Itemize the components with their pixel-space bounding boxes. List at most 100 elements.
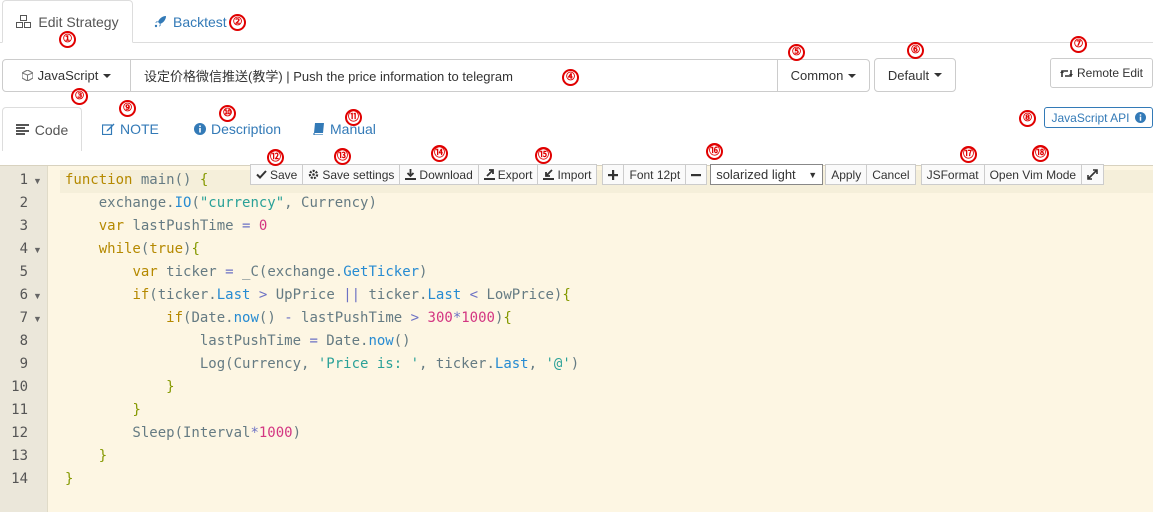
line-number: 10 bbox=[11, 379, 28, 395]
vim-mode-button[interactable]: Open Vim Mode bbox=[983, 164, 1083, 185]
code-line[interactable]: function main() { bbox=[65, 172, 208, 188]
language-label: JavaScript bbox=[37, 68, 99, 83]
save-settings-button[interactable]: Save settings bbox=[302, 164, 401, 185]
code-line[interactable]: } bbox=[65, 402, 140, 418]
import-button[interactable]: Import bbox=[537, 164, 598, 185]
line-number: 8 bbox=[19, 333, 28, 349]
annotation-badge: ⑫ bbox=[267, 149, 284, 166]
code-line[interactable]: } bbox=[65, 379, 174, 395]
fullscreen-button[interactable] bbox=[1081, 164, 1105, 185]
tab-description[interactable]: Description bbox=[194, 107, 281, 151]
code-line[interactable]: Sleep(Interval*1000) bbox=[65, 425, 301, 441]
annotation-badge: ③ bbox=[71, 88, 88, 105]
annotation-badge: ⑥ bbox=[907, 42, 924, 59]
line-number: 7 bbox=[19, 310, 28, 326]
save-button[interactable]: Save bbox=[250, 164, 304, 185]
download-button[interactable]: Download bbox=[399, 164, 479, 185]
line-number: 12 bbox=[11, 425, 28, 441]
editor-tab-bar: Code NOTE Description Manual bbox=[0, 107, 1153, 151]
code-line[interactable]: Log(Currency, 'Price is: ', ticker.Last,… bbox=[65, 356, 579, 372]
book-icon bbox=[313, 123, 324, 135]
edit-icon bbox=[102, 123, 115, 135]
theme-select-value: solarized light bbox=[716, 167, 796, 182]
code-line[interactable]: var ticker = _C(exchange.GetTicker) bbox=[65, 264, 427, 280]
fold-arrow-icon[interactable]: ▼ bbox=[33, 245, 42, 255]
annotation-badge: ⑯ bbox=[706, 143, 723, 160]
code-line[interactable]: exchange.IO("currency", Currency) bbox=[65, 195, 377, 211]
cancel-label: Cancel bbox=[872, 167, 910, 182]
theme-select[interactable]: solarized light ▼ bbox=[710, 164, 824, 185]
tab-backtest-label: Backtest bbox=[173, 13, 227, 30]
align-left-icon bbox=[15, 124, 29, 135]
cancel-button[interactable]: Cancel bbox=[866, 164, 916, 185]
line-number: 1 bbox=[19, 172, 28, 188]
code-line[interactable]: while(true){ bbox=[65, 241, 200, 257]
chevron-down-icon bbox=[934, 73, 943, 77]
code-line[interactable]: if(ticker.Last > UpPrice || ticker.Last … bbox=[65, 287, 570, 303]
retweet-icon bbox=[1059, 69, 1073, 77]
strategy-name-value: 设定价格微信推送(教学) | Push the price informatio… bbox=[144, 69, 513, 84]
annotation-badge: ① bbox=[59, 31, 76, 48]
code-editor[interactable]: 1 2 3 4 5 6 7 8 9 10 11 12 13 14 ▼ ▼ ▼ ▼… bbox=[0, 165, 1153, 512]
export-icon bbox=[483, 169, 495, 180]
annotation-badge: ⑤ bbox=[788, 44, 805, 61]
strategy-name-input[interactable]: 设定价格微信推送(教学) | Push the price informatio… bbox=[130, 59, 778, 92]
annotation-badge: ⑨ bbox=[119, 100, 136, 117]
code-line[interactable]: var lastPushTime = 0 bbox=[65, 218, 268, 234]
annotation-badge: ④ bbox=[562, 69, 579, 86]
annotation-badge: ⑦ bbox=[1070, 36, 1087, 53]
code-line[interactable]: } bbox=[65, 471, 73, 487]
font-size-display: Font 12pt bbox=[623, 164, 687, 185]
save-label: Save bbox=[270, 167, 298, 182]
tab-edit-strategy-label: Edit Strategy bbox=[38, 13, 119, 30]
tab-note-label: NOTE bbox=[120, 121, 159, 137]
font-decrease-button[interactable] bbox=[685, 164, 708, 185]
import-label: Import bbox=[557, 167, 592, 182]
javascript-api-button[interactable]: JavaScript API bbox=[1044, 107, 1153, 128]
code-line[interactable]: if(Date.now() - lastPushTime > 300*1000)… bbox=[65, 310, 512, 326]
remote-edit-button[interactable]: Remote Edit bbox=[1050, 58, 1153, 88]
font-increase-button[interactable] bbox=[602, 164, 625, 185]
save-settings-label: Save settings bbox=[322, 167, 395, 182]
fold-arrow-icon[interactable]: ▼ bbox=[33, 314, 42, 324]
annotation-badge: ⑬ bbox=[334, 148, 351, 165]
code-icon bbox=[21, 70, 33, 81]
apply-label: Apply bbox=[831, 167, 862, 182]
language-dropdown[interactable]: JavaScript bbox=[2, 59, 131, 92]
code-line[interactable]: } bbox=[65, 448, 107, 464]
remote-edit-label: Remote Edit bbox=[1076, 66, 1144, 80]
tab-code[interactable]: Code bbox=[2, 107, 82, 151]
annotation-badge: ⑧ bbox=[1019, 110, 1036, 127]
export-button[interactable]: Export bbox=[477, 164, 539, 185]
fold-arrow-icon[interactable]: ▼ bbox=[33, 291, 42, 301]
dropdown-arrow-icon: ▼ bbox=[808, 169, 818, 180]
minus-icon bbox=[691, 173, 702, 176]
line-number: 13 bbox=[11, 448, 28, 464]
font-size-label: Font 12pt bbox=[629, 167, 681, 182]
top-tab-bar: Edit Strategy Backtest bbox=[0, 0, 1153, 43]
cubes-icon bbox=[16, 14, 32, 28]
info-circle-icon bbox=[194, 123, 206, 135]
code-line[interactable]: lastPushTime = Date.now() bbox=[65, 333, 411, 349]
chevron-down-icon bbox=[103, 73, 112, 78]
tab-manual[interactable]: Manual bbox=[313, 107, 376, 151]
javascript-api-label: JavaScript API bbox=[1051, 110, 1130, 125]
line-number: 5 bbox=[19, 264, 28, 280]
annotation-badge: ⑰ bbox=[960, 146, 977, 163]
jsformat-label: JSFormat bbox=[926, 167, 979, 182]
annotation-badge: ⑮ bbox=[535, 147, 552, 164]
category-dropdown[interactable]: Common bbox=[777, 59, 870, 92]
check-icon bbox=[256, 170, 267, 179]
line-number: 6 bbox=[19, 287, 28, 303]
tab-backtest[interactable]: Backtest bbox=[142, 0, 239, 43]
category-label: Common bbox=[790, 68, 844, 83]
fold-arrow-icon[interactable]: ▼ bbox=[33, 176, 42, 186]
jsformat-button[interactable]: JSFormat bbox=[920, 164, 985, 185]
info-circle-icon bbox=[1134, 112, 1146, 123]
annotation-badge: ② bbox=[229, 14, 246, 31]
template-dropdown[interactable]: Default bbox=[874, 58, 956, 92]
rocket-icon bbox=[154, 16, 166, 28]
annotation-badge: ⑱ bbox=[1032, 145, 1049, 162]
apply-button[interactable]: Apply bbox=[825, 164, 868, 185]
line-number: 14 bbox=[11, 471, 28, 487]
